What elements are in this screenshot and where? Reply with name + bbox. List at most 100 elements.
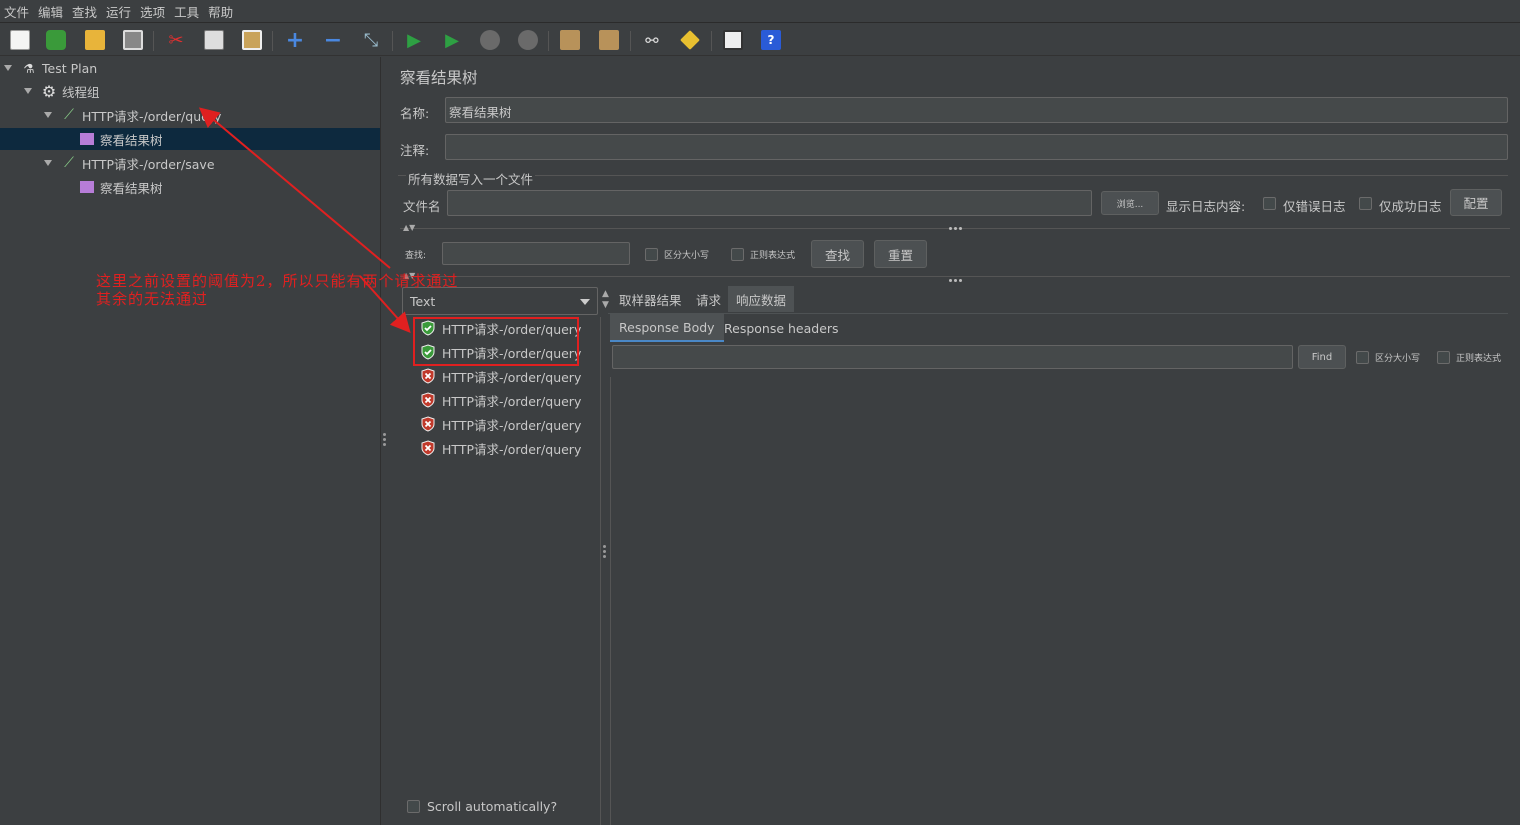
start-icon: ▶ xyxy=(407,29,421,51)
subtab-response-headers[interactable]: Response headers xyxy=(715,314,848,342)
open-icon xyxy=(85,30,105,50)
tree-item-thread-group[interactable]: ⚙ 线程组 xyxy=(24,80,100,102)
toggle-button[interactable]: ⤡ xyxy=(359,28,383,52)
save-button[interactable] xyxy=(121,28,145,52)
toolbar: ✂ + − ⤡ ▶ ▶ ⚯ ? xyxy=(0,22,1520,56)
file-section-label: 所有数据写入一个文件 xyxy=(406,169,536,188)
menu-run[interactable]: 运行 xyxy=(102,2,136,21)
cut-button[interactable]: ✂ xyxy=(164,28,188,52)
tab-request[interactable]: 请求 xyxy=(688,286,729,312)
tree-item-request-query[interactable]: ⟋ HTTP请求-/order/query xyxy=(44,104,221,126)
find-button[interactable]: 查找 xyxy=(811,240,864,268)
tree-item-test-plan[interactable]: ⚗ Test Plan xyxy=(4,57,97,79)
tab-sampler-result[interactable]: 取样器结果 xyxy=(611,286,690,312)
response-body-area[interactable] xyxy=(611,377,1520,825)
collapse-icon: − xyxy=(323,27,343,53)
configure-button[interactable]: 配置 xyxy=(1450,189,1502,216)
split-divider[interactable] xyxy=(381,57,389,825)
tab-response-data[interactable]: 响应数据 xyxy=(728,286,795,312)
new-icon xyxy=(10,30,30,50)
result-item[interactable]: HTTP请求-/order/query xyxy=(420,364,581,388)
response-case-checkbox[interactable] xyxy=(1356,351,1369,364)
test-plan-tree: ⚗ Test Plan ⚙ 线程组 ⟋ HTTP请求-/order/query … xyxy=(0,57,381,825)
page-title: 察看结果树 xyxy=(400,69,478,87)
case-sensitive-checkbox[interactable] xyxy=(645,248,658,261)
expand-button[interactable]: + xyxy=(283,27,307,53)
flask-icon: ⚗ xyxy=(23,60,35,76)
search-icon: ⚯ xyxy=(645,30,659,50)
errors-only-checkbox[interactable] xyxy=(1263,197,1276,210)
reset-button[interactable]: 重置 xyxy=(874,240,927,268)
scroll-auto-label: Scroll automatically? xyxy=(427,799,558,814)
gear-icon: ⚙ xyxy=(41,81,57,101)
start-button[interactable]: ▶ xyxy=(402,28,426,52)
result-item[interactable]: HTTP请求-/order/query xyxy=(420,436,581,460)
open-button[interactable] xyxy=(83,28,107,52)
clear-all-icon xyxy=(599,30,619,50)
menu-edit[interactable]: 编辑 xyxy=(34,2,68,21)
paste-button[interactable] xyxy=(240,28,264,52)
response-regex-label: 正则表达式 xyxy=(1456,354,1502,364)
splitter-handle[interactable] xyxy=(949,279,962,282)
shutdown-button[interactable] xyxy=(516,28,540,52)
scroll-auto-checkbox[interactable] xyxy=(407,800,420,813)
expand-icon: + xyxy=(285,27,305,53)
result-item[interactable]: HTTP请求-/order/query xyxy=(420,412,581,436)
tree-item-listener-selected[interactable]: 察看结果树 xyxy=(0,128,380,150)
filename-label: 文件名 xyxy=(403,199,441,214)
subtab-response-body[interactable]: Response Body xyxy=(610,314,724,342)
pane-arrows-icon[interactable]: ▲ ▼ xyxy=(602,289,609,311)
menu-bar: 文件 编辑 查找 运行 选项 工具 帮助 xyxy=(0,0,1520,22)
save-icon xyxy=(123,30,143,50)
search-button[interactable]: ⚯ xyxy=(640,28,664,52)
templates-button[interactable] xyxy=(44,28,68,52)
collapse-button[interactable]: − xyxy=(321,27,345,53)
menu-file[interactable]: 文件 xyxy=(0,2,34,21)
name-field[interactable]: 察看结果树 xyxy=(445,97,1508,123)
annotation-line-1: 这里之前设置的阈值为2，所以只能有两个请求通过 xyxy=(96,272,459,290)
response-regex-checkbox[interactable] xyxy=(1437,351,1450,364)
graph-icon xyxy=(80,181,94,193)
comment-field[interactable] xyxy=(445,134,1508,160)
tree-item-label: 线程组 xyxy=(62,84,100,100)
response-case-label: 区分大小写 xyxy=(1375,354,1421,364)
clear-all-button[interactable] xyxy=(597,28,621,52)
response-find-button[interactable]: Find xyxy=(1298,345,1346,369)
chevron-down-icon xyxy=(580,299,590,305)
collapse-arrows-icon[interactable]: ▲▼ xyxy=(403,223,415,232)
pipette-icon: ⟋ xyxy=(64,155,74,171)
filename-field[interactable] xyxy=(447,190,1092,216)
search-label: 查找: xyxy=(405,251,427,261)
error-shield-icon xyxy=(421,392,435,408)
search-field[interactable] xyxy=(442,242,630,265)
copy-icon xyxy=(204,30,224,50)
comment-label: 注释: xyxy=(400,143,430,158)
start-no-pauses-button[interactable]: ▶ xyxy=(440,28,464,52)
tree-item-request-save[interactable]: ⟋ HTTP请求-/order/save xyxy=(44,152,215,174)
tree-item-label: 察看结果树 xyxy=(100,180,163,196)
menu-search[interactable]: 查找 xyxy=(68,2,102,21)
annotation-text: 这里之前设置的阈值为2，所以只能有两个请求通过 其余的无法通过 xyxy=(96,272,459,308)
menu-help[interactable]: 帮助 xyxy=(204,2,238,21)
stop-button[interactable] xyxy=(478,28,502,52)
response-find-field[interactable] xyxy=(612,345,1293,369)
menu-options[interactable]: 选项 xyxy=(136,2,170,21)
menu-tools[interactable]: 工具 xyxy=(170,2,204,21)
pipette-icon: ⟋ xyxy=(64,107,74,123)
start-no-pauses-icon: ▶ xyxy=(445,29,459,51)
clear-button[interactable] xyxy=(558,28,582,52)
help-button[interactable]: ? xyxy=(759,28,783,52)
reset-search-button[interactable] xyxy=(678,28,702,52)
success-only-checkbox[interactable] xyxy=(1359,197,1372,210)
tree-item-listener[interactable]: 察看结果树 xyxy=(80,176,163,198)
browse-button[interactable]: 浏览... xyxy=(1101,191,1159,215)
tree-item-label: 察看结果树 xyxy=(100,132,163,148)
annotation-highlight-box xyxy=(413,317,579,366)
function-helper-button[interactable] xyxy=(721,28,745,52)
copy-button[interactable] xyxy=(202,28,226,52)
result-item[interactable]: HTTP请求-/order/query xyxy=(420,388,581,412)
new-button[interactable] xyxy=(8,28,32,52)
splitter-handle[interactable] xyxy=(949,227,962,230)
regex-checkbox[interactable] xyxy=(731,248,744,261)
name-label: 名称: xyxy=(400,106,430,121)
